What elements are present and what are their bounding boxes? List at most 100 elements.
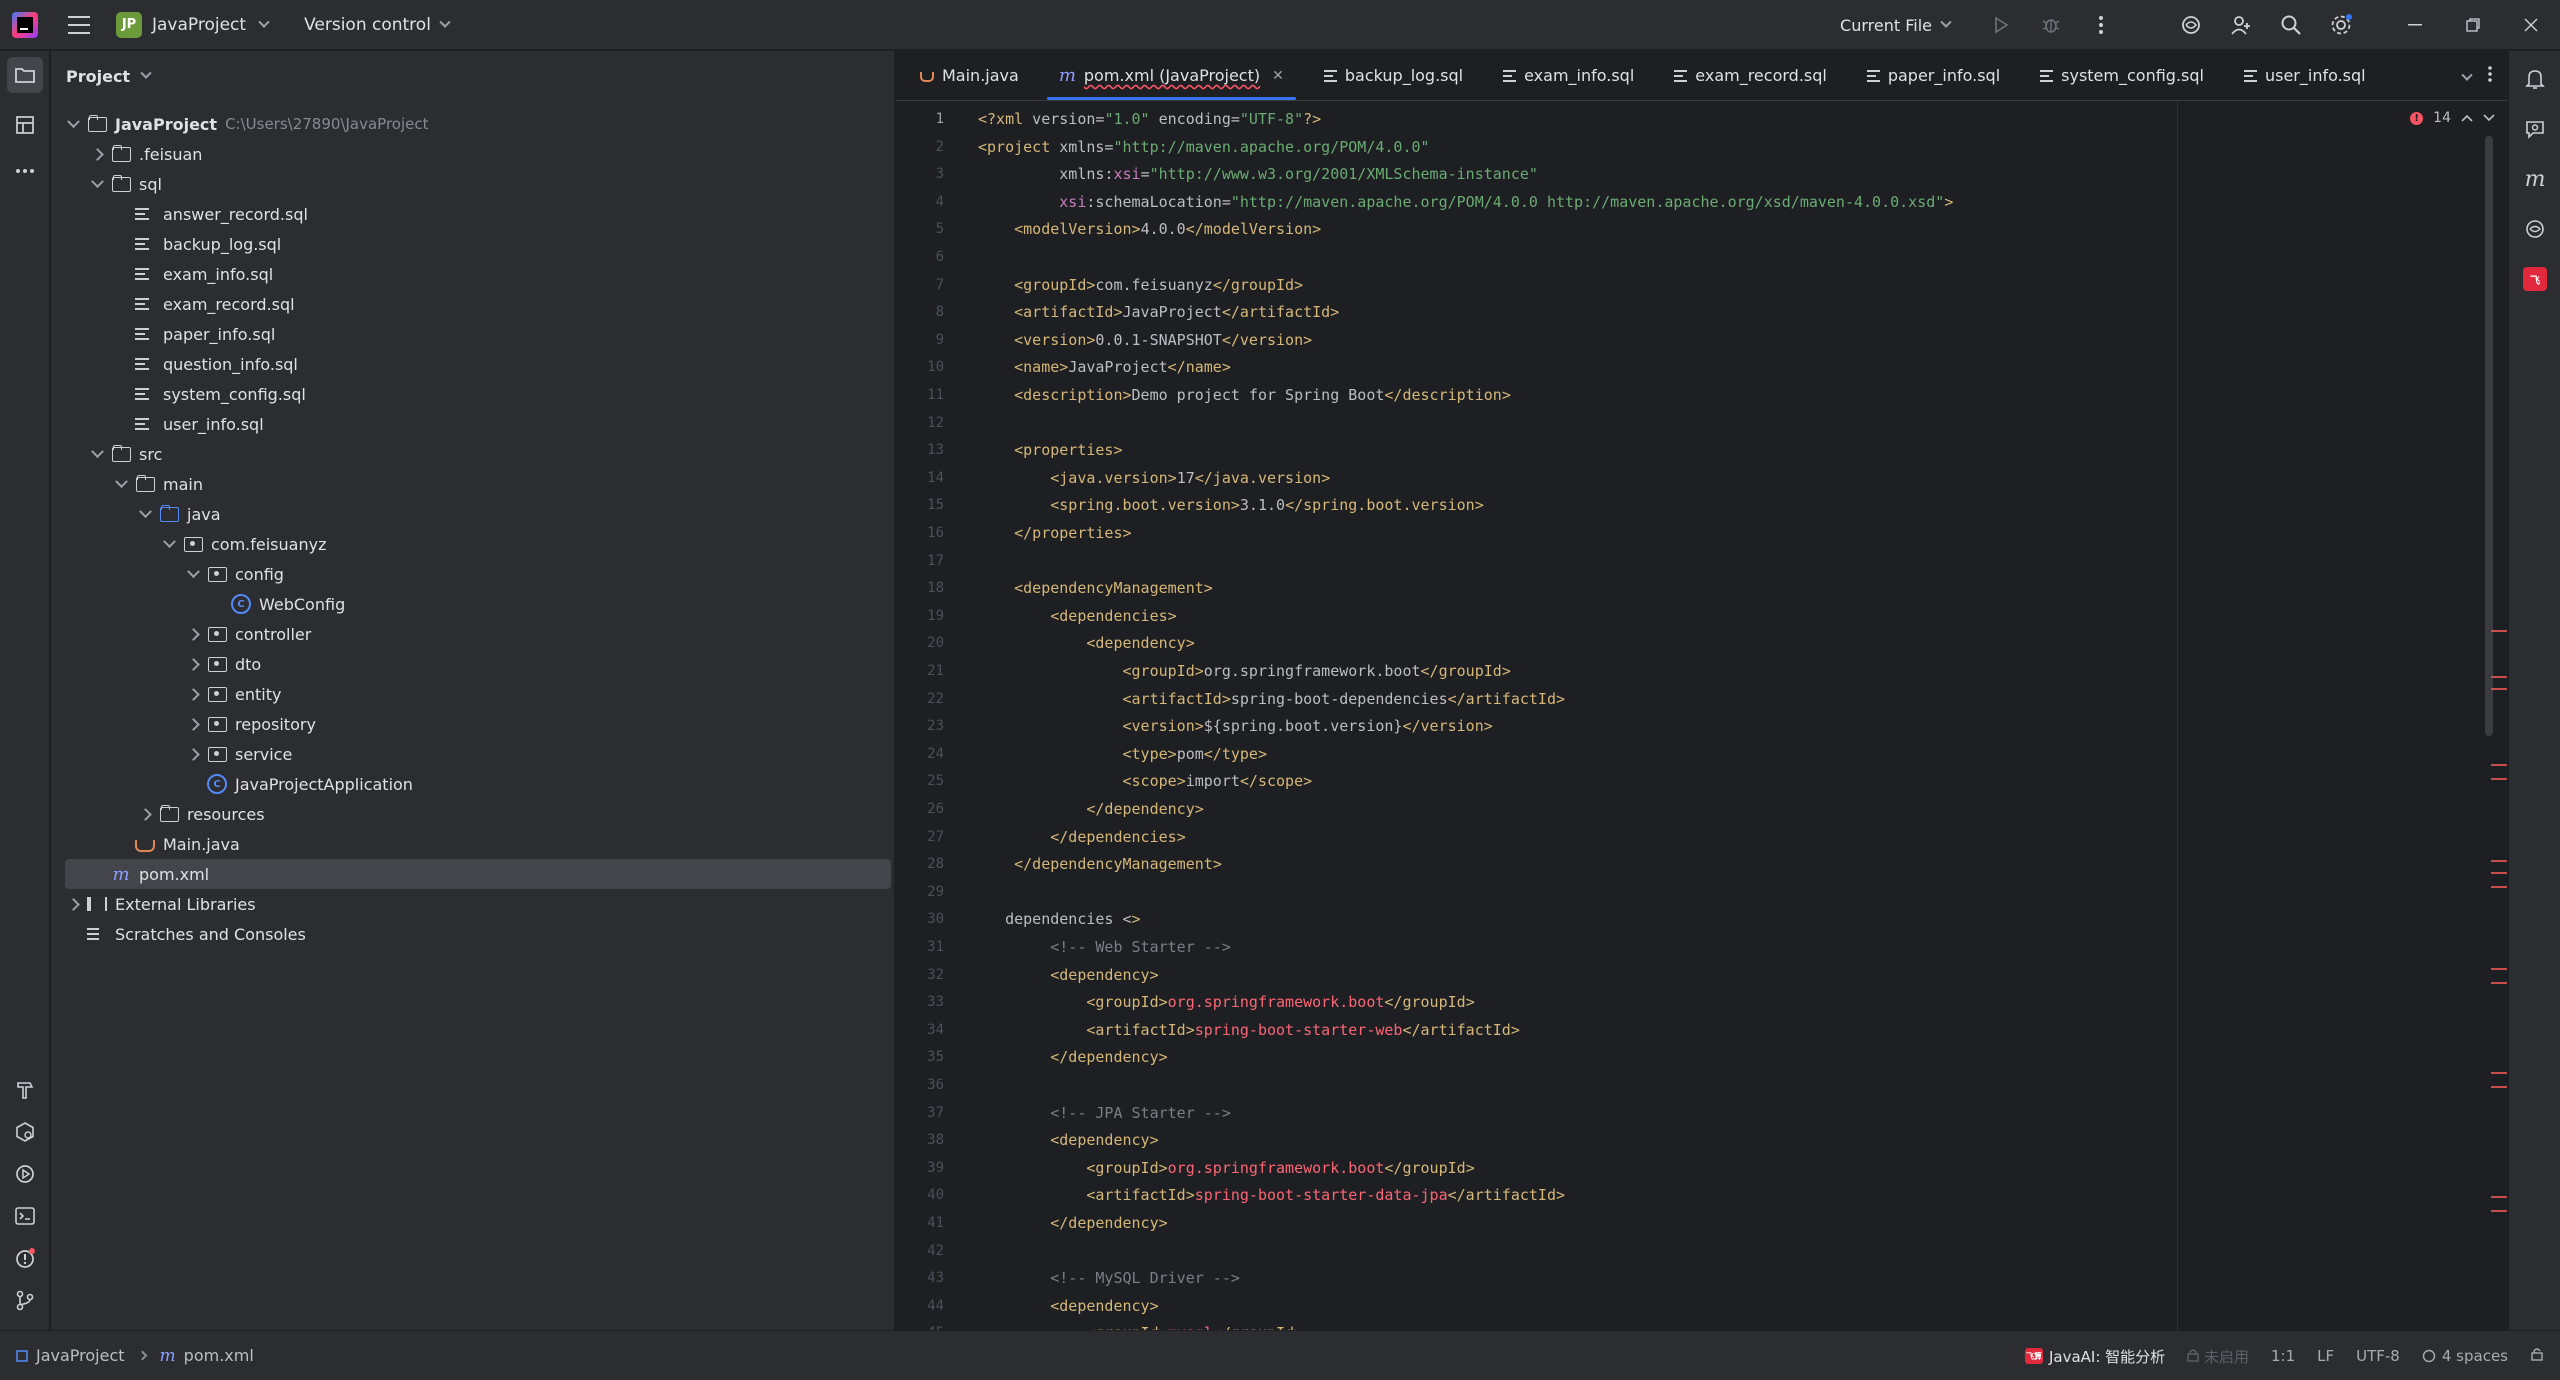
line-number[interactable]: 13 xyxy=(896,437,944,464)
code-line[interactable]: <?xml version="1.0" encoding="UTF-8"?> xyxy=(978,106,1321,133)
error-stripe-mark[interactable] xyxy=(2491,886,2507,888)
ai-chat-icon[interactable] xyxy=(2517,111,2553,147)
indent-setting[interactable]: 4 spaces xyxy=(2422,1347,2508,1365)
tab-system-config-sql[interactable]: system_config.sql xyxy=(2020,51,2224,100)
tree-root-javaproject[interactable]: JavaProject C:\Users\27890\JavaProject xyxy=(65,109,891,139)
tab-exam-info-sql[interactable]: exam_info.sql xyxy=(1483,51,1654,100)
line-number[interactable]: 20 xyxy=(896,630,944,657)
collapse-arrow-icon[interactable] xyxy=(137,806,153,822)
line-number[interactable]: 9 xyxy=(896,327,944,354)
line-number[interactable]: 40 xyxy=(896,1182,944,1209)
tab-pom-xml[interactable]: m pom.xml (JavaProject) ✕ xyxy=(1039,51,1304,100)
line-number[interactable]: 21 xyxy=(896,658,944,685)
line-number[interactable]: 17 xyxy=(896,548,944,575)
terminal-icon[interactable] xyxy=(7,1198,43,1234)
tree-item-service[interactable]: service xyxy=(65,739,891,769)
tree-item-exam-record-sql[interactable]: exam_record.sql xyxy=(65,289,891,319)
expand-arrow-icon[interactable] xyxy=(185,566,201,582)
line-number[interactable]: 35 xyxy=(896,1044,944,1071)
project-tool-folder-icon[interactable] xyxy=(7,57,43,93)
line-number[interactable]: 2 xyxy=(896,134,944,161)
collapse-arrow-icon[interactable] xyxy=(65,896,81,912)
settings-gear-icon[interactable] xyxy=(2316,0,2366,50)
line-number[interactable]: 41 xyxy=(896,1210,944,1237)
more-actions-icon[interactable] xyxy=(2076,0,2126,50)
code-line[interactable] xyxy=(978,879,987,906)
tabs-dropdown-icon[interactable] xyxy=(2459,67,2473,86)
code-line[interactable]: <scope>import</scope> xyxy=(978,768,1313,795)
breadcrumb[interactable]: JavaProject m pom.xml xyxy=(16,1346,254,1366)
code-line[interactable]: <artifactId>spring-boot-dependencies</ar… xyxy=(978,686,1566,713)
error-stripe-mark[interactable] xyxy=(2491,968,2507,970)
line-number[interactable]: 12 xyxy=(896,410,944,437)
search-icon[interactable] xyxy=(2266,0,2316,50)
services-icon[interactable] xyxy=(7,1114,43,1150)
code-line[interactable]: <dependencyManagement> xyxy=(978,575,1213,602)
tree-item-entity[interactable]: entity xyxy=(65,679,891,709)
tree-item-main-java[interactable]: Main.java xyxy=(65,829,891,859)
disabled-status[interactable]: 未启用 xyxy=(2187,1346,2249,1367)
prev-highlight-icon[interactable] xyxy=(2461,110,2473,126)
code-line[interactable]: <dependency> xyxy=(978,1127,1158,1154)
line-number[interactable]: 44 xyxy=(896,1293,944,1320)
tab-main-java[interactable]: Main.java xyxy=(900,51,1039,100)
code-line[interactable]: <dependency> xyxy=(978,1293,1158,1320)
code-line[interactable]: <!-- MySQL Driver --> xyxy=(978,1265,1240,1292)
code-line[interactable]: <!-- Web Starter --> xyxy=(978,934,1231,961)
line-number[interactable]: 30 xyxy=(896,906,944,933)
code-line[interactable] xyxy=(978,244,987,271)
line-number[interactable]: 34 xyxy=(896,1017,944,1044)
caret-position[interactable]: 1:1 xyxy=(2271,1347,2295,1365)
code-line[interactable]: <groupId>mysql</groupId> xyxy=(978,1320,1303,1330)
maven-tool-icon[interactable]: m xyxy=(2517,161,2553,197)
error-stripe-mark[interactable] xyxy=(2491,764,2507,766)
error-stripe-mark[interactable] xyxy=(2491,778,2507,780)
code-line[interactable]: <version>0.0.1-SNAPSHOT</version> xyxy=(978,327,1312,354)
tab-user-info-sql[interactable]: user_info.sql xyxy=(2224,51,2386,100)
tree-item-system-config-sql[interactable]: system_config.sql xyxy=(65,379,891,409)
error-stripe-mark[interactable] xyxy=(2491,1086,2507,1088)
main-menu-icon[interactable] xyxy=(68,15,90,34)
line-number[interactable]: 10 xyxy=(896,354,944,381)
line-number[interactable]: 26 xyxy=(896,796,944,823)
line-number[interactable]: 27 xyxy=(896,824,944,851)
tree-item-javaprojectapplication[interactable]: JavaProjectApplication xyxy=(65,769,891,799)
tab-backup-log-sql[interactable]: backup_log.sql xyxy=(1304,51,1483,100)
ai-assistant-icon[interactable] xyxy=(2166,0,2216,50)
line-number[interactable]: 15 xyxy=(896,492,944,519)
line-number[interactable]: 14 xyxy=(896,465,944,492)
tree-item-main[interactable]: main xyxy=(65,469,891,499)
line-number[interactable]: 22 xyxy=(896,686,944,713)
tree-item-src[interactable]: src xyxy=(65,439,891,469)
readonly-lock-icon[interactable] xyxy=(2530,1347,2544,1365)
more-tools-icon[interactable] xyxy=(7,153,43,189)
build-hammer-icon[interactable] xyxy=(7,1072,43,1108)
line-number[interactable]: 39 xyxy=(896,1155,944,1182)
line-number[interactable]: 36 xyxy=(896,1072,944,1099)
tree-item-java[interactable]: java xyxy=(65,499,891,529)
code-line[interactable]: <properties> xyxy=(978,437,1122,464)
line-number[interactable]: 11 xyxy=(896,382,944,409)
tree-item-user-info-sql[interactable]: user_info.sql xyxy=(65,409,891,439)
line-number[interactable]: 19 xyxy=(896,603,944,630)
line-number[interactable]: 43 xyxy=(896,1265,944,1292)
code-line[interactable]: <description>Demo project for Spring Boo… xyxy=(978,382,1511,409)
code-line[interactable]: <project xmlns="http://maven.apache.org/… xyxy=(978,134,1430,161)
project-switcher[interactable]: JP JavaProject xyxy=(116,11,270,38)
error-stripe-mark[interactable] xyxy=(2491,688,2507,690)
project-panel-header[interactable]: Project xyxy=(51,51,894,101)
line-separator[interactable]: LF xyxy=(2317,1347,2334,1365)
expand-arrow-icon[interactable] xyxy=(113,476,129,492)
code-line[interactable] xyxy=(978,1072,987,1099)
feisuan-plugin-icon[interactable]: 飞 xyxy=(2517,261,2553,297)
error-stripe-mark[interactable] xyxy=(2491,1196,2507,1198)
error-stripe-mark[interactable] xyxy=(2491,860,2507,862)
tree-item-feisuan[interactable]: .feisuan xyxy=(65,139,891,169)
line-number[interactable]: 25 xyxy=(896,768,944,795)
line-number[interactable]: 45 xyxy=(896,1320,944,1330)
run-icon[interactable] xyxy=(1976,0,2026,50)
line-number[interactable]: 1 xyxy=(896,106,944,133)
expand-arrow-icon[interactable] xyxy=(89,176,105,192)
collapse-arrow-icon[interactable] xyxy=(185,626,201,642)
collapse-arrow-icon[interactable] xyxy=(185,656,201,672)
